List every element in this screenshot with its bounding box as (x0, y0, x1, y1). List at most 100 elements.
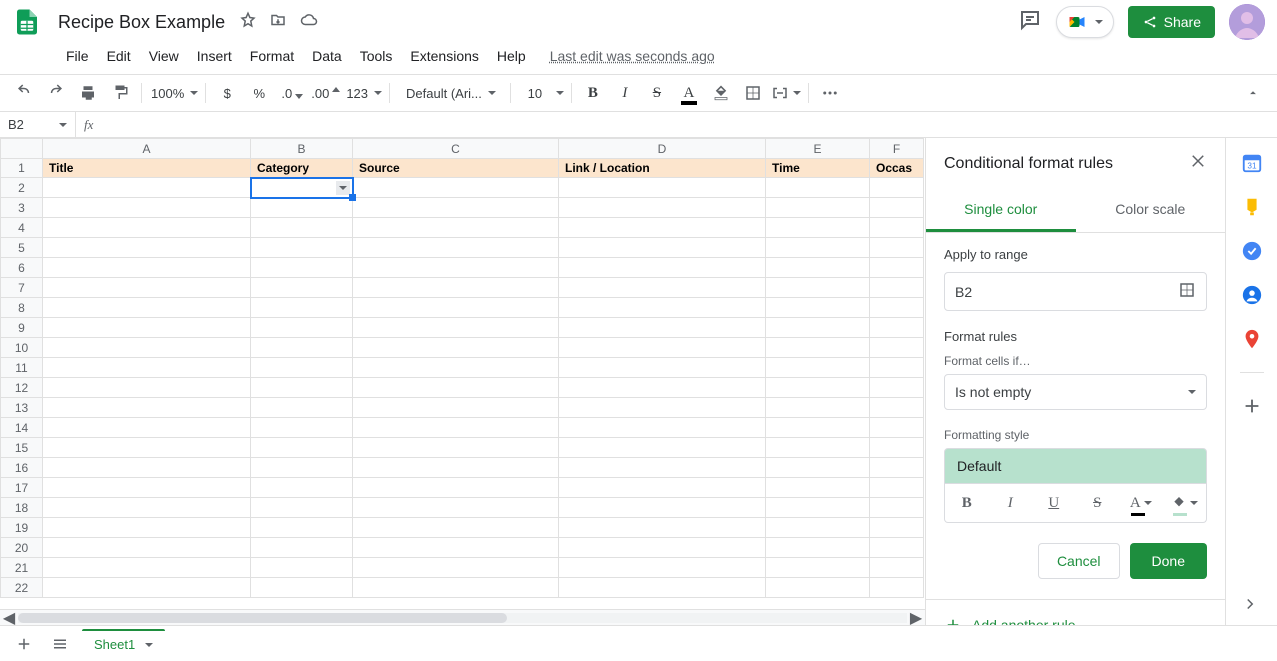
cell[interactable] (559, 318, 766, 338)
cell[interactable] (766, 458, 870, 478)
cell[interactable] (559, 218, 766, 238)
style-underline-button[interactable]: U (1032, 484, 1076, 522)
last-edit-link[interactable]: Last edit was seconds ago (550, 48, 715, 64)
cell-E1[interactable]: Time (766, 159, 870, 178)
row-header[interactable]: 15 (1, 438, 43, 458)
paint-format-button[interactable] (106, 79, 134, 107)
cell[interactable] (559, 178, 766, 198)
cell[interactable] (43, 558, 251, 578)
all-sheets-button[interactable] (46, 630, 74, 658)
namebox[interactable]: B2 (0, 112, 76, 137)
cell[interactable] (766, 238, 870, 258)
cell[interactable] (870, 498, 924, 518)
cell[interactable] (870, 318, 924, 338)
increase-decimal-button[interactable]: .00 (309, 79, 340, 107)
row-header[interactable]: 6 (1, 258, 43, 278)
cancel-button[interactable]: Cancel (1038, 543, 1120, 579)
cell[interactable] (766, 218, 870, 238)
horizontal-scrollbar[interactable]: ◀ ▶ (0, 609, 925, 625)
undo-button[interactable] (10, 79, 38, 107)
cell[interactable] (251, 318, 353, 338)
redo-button[interactable] (42, 79, 70, 107)
select-range-icon[interactable] (1178, 281, 1196, 302)
cell[interactable] (251, 438, 353, 458)
strikethrough-button[interactable]: S (643, 79, 671, 107)
cell[interactable] (766, 258, 870, 278)
cell[interactable] (251, 378, 353, 398)
cell[interactable] (870, 358, 924, 378)
hide-sidepanel-button[interactable] (1241, 595, 1263, 617)
cell[interactable] (766, 278, 870, 298)
maps-addon-icon[interactable] (1241, 328, 1263, 350)
cell[interactable] (559, 258, 766, 278)
meet-button[interactable] (1056, 6, 1114, 38)
fill-handle[interactable] (349, 194, 356, 201)
share-button[interactable]: Share (1128, 6, 1215, 38)
cell[interactable] (353, 538, 559, 558)
cell[interactable] (43, 518, 251, 538)
cell[interactable] (766, 438, 870, 458)
row-header[interactable]: 12 (1, 378, 43, 398)
cell[interactable] (766, 298, 870, 318)
row-header[interactable]: 5 (1, 238, 43, 258)
formula-input[interactable] (101, 112, 1277, 137)
cell[interactable] (43, 478, 251, 498)
row-header[interactable]: 9 (1, 318, 43, 338)
cell[interactable] (353, 498, 559, 518)
style-bold-button[interactable]: B (945, 484, 989, 522)
cell[interactable] (870, 238, 924, 258)
scroll-right-button[interactable]: ▶ (907, 610, 925, 626)
cell[interactable] (251, 298, 353, 318)
cell[interactable] (353, 318, 559, 338)
cell[interactable] (353, 398, 559, 418)
tab-single-color[interactable]: Single color (926, 189, 1076, 232)
cell[interactable] (766, 198, 870, 218)
row-header[interactable]: 19 (1, 518, 43, 538)
cell[interactable] (870, 378, 924, 398)
cell[interactable] (251, 498, 353, 518)
col-header-F[interactable]: F (870, 139, 924, 159)
cell[interactable] (559, 498, 766, 518)
cell[interactable] (353, 518, 559, 538)
cell[interactable] (559, 338, 766, 358)
cell[interactable] (43, 418, 251, 438)
cell[interactable] (766, 178, 870, 198)
more-formats-dropdown[interactable]: 123 (344, 79, 382, 107)
cell[interactable] (766, 338, 870, 358)
cell[interactable] (766, 318, 870, 338)
cell[interactable] (251, 278, 353, 298)
cell[interactable] (43, 398, 251, 418)
cell[interactable] (353, 418, 559, 438)
cell[interactable] (43, 258, 251, 278)
cell-A1[interactable]: Title (43, 159, 251, 178)
cell[interactable] (559, 558, 766, 578)
tab-color-scale[interactable]: Color scale (1076, 189, 1226, 232)
style-text-color-button[interactable]: A (1119, 484, 1163, 522)
cell[interactable] (251, 338, 353, 358)
scroll-left-button[interactable]: ◀ (0, 610, 18, 626)
cell[interactable] (43, 198, 251, 218)
cell[interactable] (870, 298, 924, 318)
cell[interactable] (43, 218, 251, 238)
decrease-decimal-button[interactable]: .0 (277, 79, 305, 107)
range-input[interactable]: B2 (944, 272, 1207, 311)
cell[interactable] (251, 358, 353, 378)
col-header-E[interactable]: E (766, 139, 870, 159)
document-title[interactable]: Recipe Box Example (52, 10, 231, 34)
cell[interactable] (43, 318, 251, 338)
row-header[interactable]: 7 (1, 278, 43, 298)
font-family-dropdown[interactable]: Default (Ari... (397, 79, 503, 107)
row-header[interactable]: 11 (1, 358, 43, 378)
row-header[interactable]: 18 (1, 498, 43, 518)
merge-cells-button[interactable] (771, 79, 801, 107)
row-header[interactable]: 3 (1, 198, 43, 218)
cell[interactable] (870, 518, 924, 538)
cell-B1[interactable]: Category (251, 159, 353, 178)
cell[interactable] (870, 218, 924, 238)
collapse-toolbar-button[interactable] (1239, 79, 1267, 107)
row-header[interactable]: 4 (1, 218, 43, 238)
cell[interactable] (251, 258, 353, 278)
cell[interactable] (353, 458, 559, 478)
cell[interactable] (353, 558, 559, 578)
row-header[interactable]: 14 (1, 418, 43, 438)
